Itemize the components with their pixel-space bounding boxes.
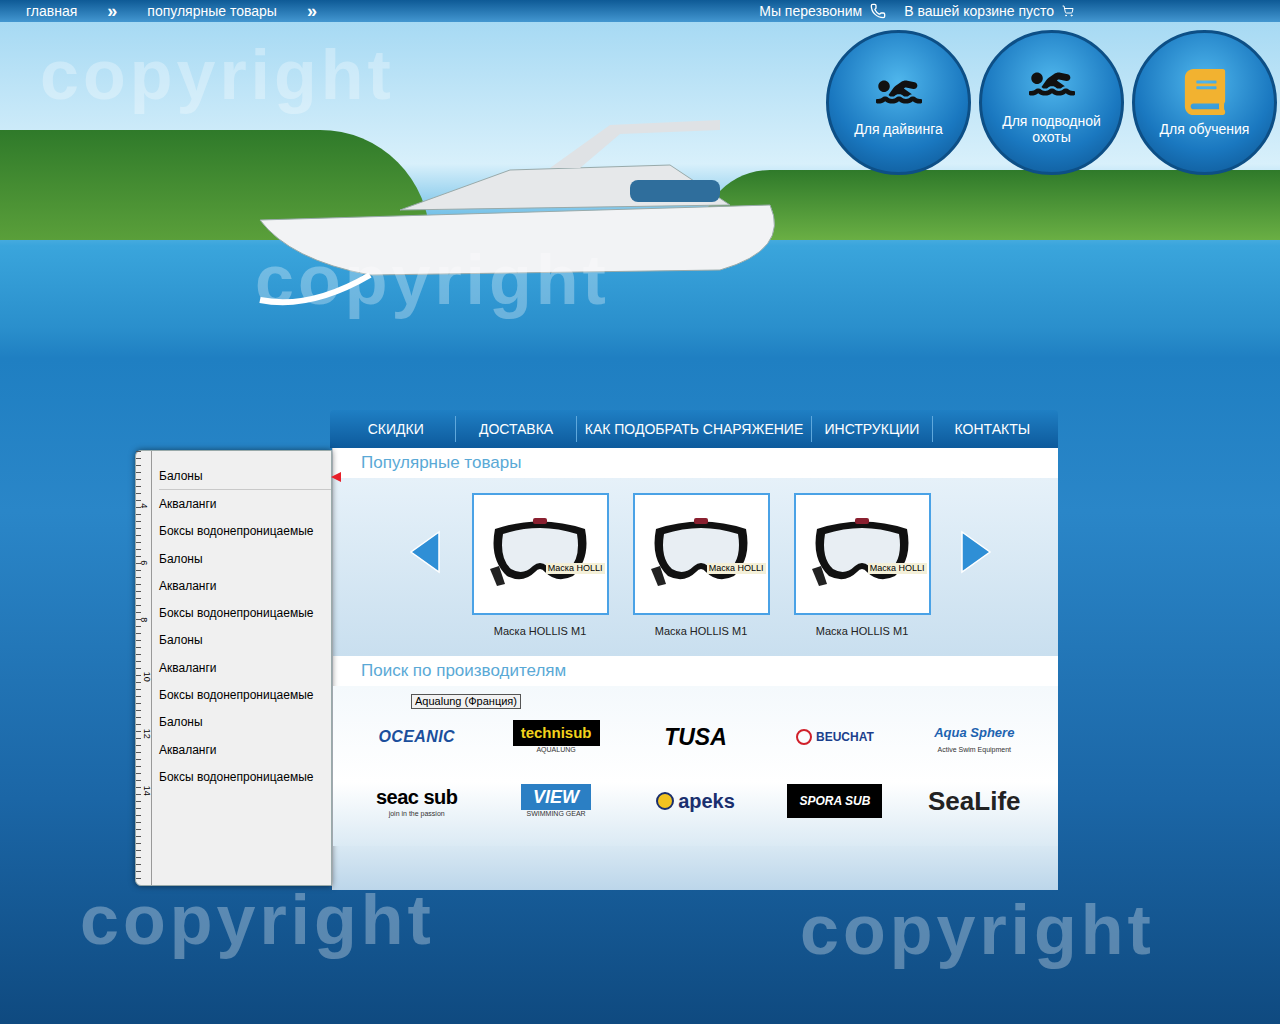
breadcrumb-link[interactable]: популярные товары (147, 1, 277, 22)
tooltip: Aqualung (Франция) (411, 694, 521, 709)
cart-status[interactable]: В вашей корзине пусто (904, 1, 1054, 22)
brands-grid: OCEANICtechnisubAQUALUNGTUSABEUCHATAqua … (333, 686, 1058, 846)
callback-link[interactable]: Мы перезвоним (759, 1, 862, 22)
next-arrow-icon[interactable] (960, 530, 992, 574)
sidebar-item[interactable]: Акваланги (159, 654, 331, 681)
brand-logo[interactable]: BEUCHAT (765, 720, 904, 754)
product-card[interactable]: Маска HOLLI Маска HOLLIS M1 (470, 493, 610, 640)
watermark: copyright (80, 885, 435, 955)
prev-arrow-icon[interactable] (409, 530, 441, 574)
sidebar-item[interactable]: Балоны (159, 709, 331, 736)
ruler-label: 4 (137, 503, 151, 508)
header: Для дайвингаДля подводной охотыДля обуче… (0, 22, 1280, 410)
ruler-label: 10 (139, 672, 153, 682)
phone-icon (870, 3, 886, 19)
nav-item[interactable]: ДОСТАВКА (456, 419, 575, 440)
nav-item[interactable]: КАК ПОДОБРАТЬ СНАРЯЖЕНИЕ (577, 419, 812, 440)
section-title: Популярные товары (333, 448, 1058, 478)
product-caption[interactable]: Маска HOLLIS M1 (816, 623, 909, 640)
sidebar-item[interactable]: Балоны (159, 627, 331, 654)
nav-item[interactable]: ИНСТРУКЦИИ (812, 419, 931, 440)
brand-logo[interactable]: SPORA SUB (765, 784, 904, 818)
nav-item[interactable]: КОНТАКТЫ (933, 419, 1052, 440)
sidebar-item[interactable]: Балоны (159, 463, 331, 490)
sidebar-item[interactable]: Акваланги (159, 490, 331, 517)
section-title: Поиск по производителям (333, 656, 1058, 686)
selected-marker-icon (331, 472, 341, 482)
ruler-label: 14 (139, 786, 153, 796)
ruler-label: 6 (137, 560, 151, 565)
ruler: 4 6 8 10 12 14 (136, 451, 152, 885)
content-box: Популярные товарыМаска HOLLIМаска HOLLIS… (332, 448, 1058, 890)
breadcrumb-separator: » (307, 2, 317, 20)
sidebar-item[interactable]: Боксы водонепроницаемые (159, 763, 331, 790)
mask-icon (485, 514, 595, 594)
product-card[interactable]: Маска HOLLI Маска HOLLIS M1 (792, 493, 932, 640)
mask-icon (646, 514, 756, 594)
ruler-label: 8 (137, 617, 151, 622)
brand-logo[interactable]: SeaLife (905, 784, 1044, 818)
category-button[interactable]: Для обучения (1132, 30, 1277, 175)
nav-item[interactable]: СКИДКИ (336, 419, 455, 440)
category-button[interactable]: Для дайвинга (826, 30, 971, 175)
cart-icon (1062, 5, 1074, 17)
brand-logo[interactable]: OCEANIC (347, 720, 486, 754)
brand-logo[interactable]: apeks (626, 784, 765, 818)
brand-logo[interactable]: TUSA (626, 720, 765, 754)
sidebar-item[interactable]: Акваланги (159, 572, 331, 599)
nav-bar: СКИДКИДОСТАВКАКАК ПОДОБРАТЬ СНАРЯЖЕНИЕИН… (330, 410, 1058, 448)
brand-logo[interactable]: VIEWSWIMMING GEAR (486, 784, 625, 818)
product-badge: Маска HOLLI (868, 563, 927, 574)
carousel: Маска HOLLIМаска HOLLIS M1Маска HOLLIМас… (333, 478, 1058, 656)
category-button[interactable]: Для подводной охоты (979, 30, 1124, 175)
watermark: copyright (800, 895, 1155, 965)
product-badge: Маска HOLLI (707, 563, 766, 574)
sidebar-item[interactable]: Акваланги (159, 736, 331, 763)
brand-logo[interactable]: technisubAQUALUNG (486, 720, 625, 754)
books-icon (1182, 69, 1228, 115)
product-card[interactable]: Маска HOLLI Маска HOLLIS M1 (631, 493, 771, 640)
breadcrumb-separator: » (107, 2, 117, 20)
island-right (700, 170, 1280, 240)
watermark: copyright (255, 245, 610, 315)
main-panel: СКИДКИДОСТАВКАКАК ПОДОБРАТЬ СНАРЯЖЕНИЕИН… (330, 410, 1058, 890)
product-caption[interactable]: Маска HOLLIS M1 (494, 623, 587, 640)
brand-logo[interactable]: seac subjoin in the passion (347, 784, 486, 818)
ruler-label: 12 (139, 729, 153, 739)
sidebar-item[interactable]: Боксы водонепроницаемые (159, 681, 331, 708)
sidebar-item[interactable]: Боксы водонепроницаемые (159, 599, 331, 626)
product-caption[interactable]: Маска HOLLIS M1 (655, 623, 748, 640)
sidebar-item[interactable]: Балоны (159, 545, 331, 572)
product-badge: Маска HOLLI (546, 563, 605, 574)
brand-logo[interactable]: Aqua SphereActive Swim Equipment (905, 720, 1044, 754)
sidebar-item[interactable]: Боксы водонепроницаемые (159, 518, 331, 545)
sidebar: 468101214БалоныАквалангиБоксы водонепрон… (135, 450, 332, 886)
mask-icon (807, 514, 917, 594)
diver-icon (1029, 61, 1075, 107)
page: copyright copyright copyright copyright глав… (0, 0, 1280, 1024)
breadcrumb-link[interactable]: главная (26, 1, 77, 22)
top-bar: главная » популярные товары » Мы перезвоним В… (0, 0, 1280, 22)
diver-icon (876, 69, 922, 115)
watermark: copyright (40, 40, 395, 110)
